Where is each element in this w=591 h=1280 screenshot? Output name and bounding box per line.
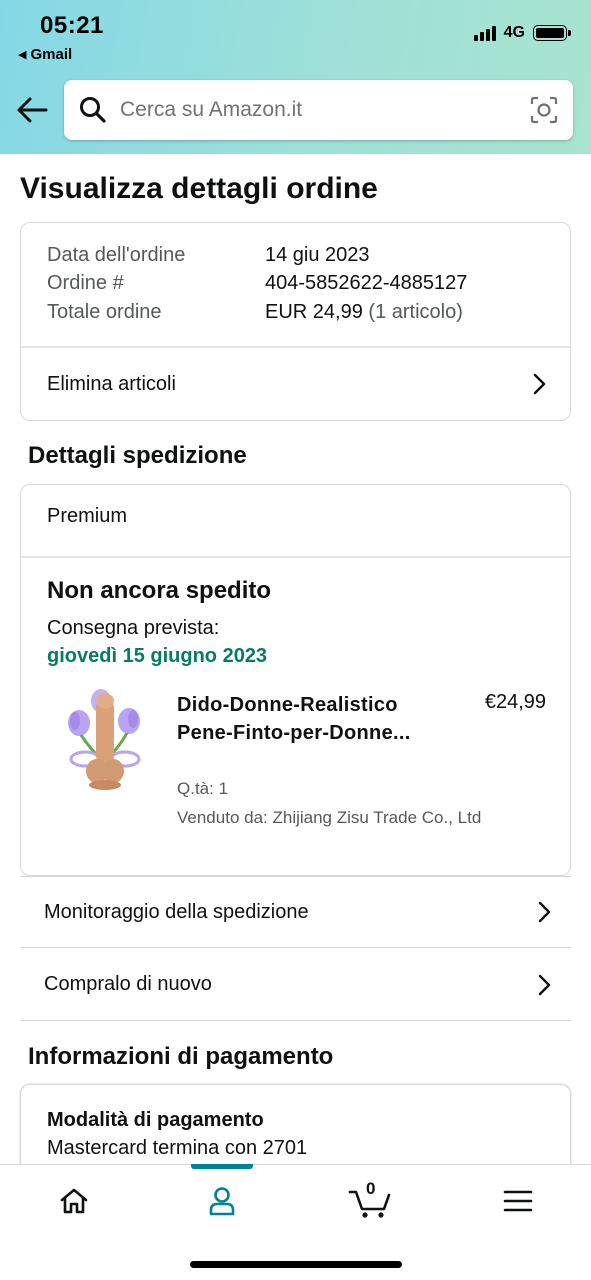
order-total-value: EUR 24,99 xyxy=(265,301,363,323)
order-date-label: Data dell'ordine xyxy=(47,244,186,266)
network-type: 4G xyxy=(503,24,525,41)
cart-count: 0 xyxy=(366,1179,376,1198)
page-title: Visualizza dettagli ordine xyxy=(20,172,378,205)
order-summary-card: Data dell'ordine 14 giu 2023 Ordine # 40… xyxy=(20,222,571,421)
home-icon xyxy=(60,1188,88,1214)
cellular-signal-icon xyxy=(473,25,496,41)
order-number-label: Ordine # xyxy=(47,272,124,294)
active-tab-indicator xyxy=(191,1164,253,1169)
chevron-right-icon xyxy=(533,373,546,395)
remove-items-label: Elimina articoli xyxy=(47,372,176,395)
back-to-app-link[interactable]: ◀ Gmail xyxy=(18,46,72,63)
order-total: EUR 24,99 (1 articolo) xyxy=(265,301,463,324)
search-icon xyxy=(80,97,106,123)
nav-home[interactable] xyxy=(44,1179,104,1223)
battery-icon xyxy=(533,25,571,41)
track-shipment-link[interactable]: Monitoraggio della spedizione xyxy=(20,876,571,948)
divider xyxy=(21,556,570,558)
back-triangle-icon: ◀ xyxy=(18,49,27,61)
back-arrow-icon[interactable] xyxy=(14,92,50,128)
order-item-count: (1 articolo) xyxy=(368,301,463,323)
nav-cart[interactable]: 0 xyxy=(340,1179,400,1223)
payment-method-title: Modalità di pagamento xyxy=(47,1109,264,1131)
shipment-status: Non ancora spedito xyxy=(47,577,272,604)
app-header: 05:21 ◀ Gmail 4G xyxy=(0,0,591,154)
shipping-service: Premium xyxy=(47,505,128,527)
delivery-date: giovedì 15 giugno 2023 xyxy=(47,645,268,667)
nav-profile[interactable] xyxy=(192,1179,252,1223)
shipping-section-title: Dettagli spedizione xyxy=(28,442,247,469)
delivery-label: Consegna prevista: xyxy=(47,617,220,639)
remove-items-link[interactable]: Elimina articoli xyxy=(21,347,570,421)
payment-section-title: Informazioni di pagamento xyxy=(28,1043,334,1070)
status-time: 05:21 xyxy=(40,12,104,39)
product-title-link[interactable]: Dido-Donne-Realistico Pene-Finto-per-Don… xyxy=(177,691,447,747)
user-icon xyxy=(209,1187,235,1216)
product-seller: Venduto da: Zhijiang Zisu Trade Co., Ltd xyxy=(177,808,482,827)
camera-scan-icon[interactable] xyxy=(529,95,559,125)
order-number-value: 404-5852622-4885127 xyxy=(265,272,468,294)
home-indicator xyxy=(190,1261,402,1268)
product-quantity: Q.tà: 1 xyxy=(177,779,229,798)
order-total-label: Totale ordine xyxy=(47,301,162,323)
chevron-right-icon xyxy=(538,901,551,923)
order-date-value: 14 giu 2023 xyxy=(265,244,370,266)
back-app-label: Gmail xyxy=(30,46,73,63)
nav-menu[interactable] xyxy=(488,1179,548,1223)
search-bar[interactable] xyxy=(64,80,573,140)
search-input[interactable] xyxy=(120,98,529,122)
payment-method-value: Mastercard termina con 2701 xyxy=(47,1137,308,1159)
status-indicators: 4G xyxy=(473,24,571,42)
product-price: €24,99 xyxy=(484,691,546,713)
menu-icon xyxy=(503,1190,533,1212)
shipment-card: Premium Non ancora spedito Consegna prev… xyxy=(20,484,571,876)
track-shipment-label: Monitoraggio della spedizione xyxy=(44,900,309,923)
product-image[interactable] xyxy=(59,685,149,795)
chevron-right-icon xyxy=(538,974,551,995)
buy-again-link[interactable]: Compralo di nuovo xyxy=(20,949,571,1021)
bottom-navigation: 0 xyxy=(0,1164,591,1280)
buy-again-label: Compralo di nuovo xyxy=(44,973,212,995)
